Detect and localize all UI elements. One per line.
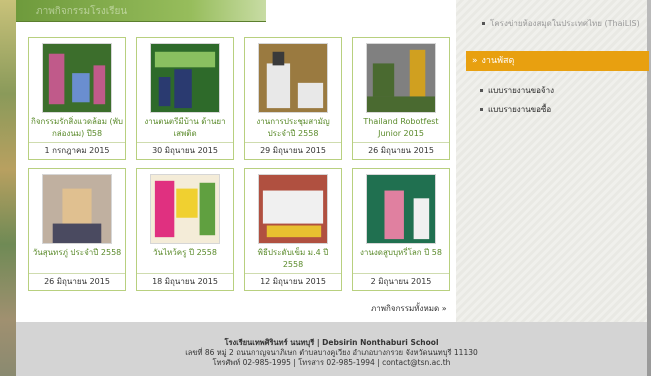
photo-figure <box>199 182 216 236</box>
activity-date: 2 มิถุนายน 2015 <box>353 273 449 290</box>
activity-photo[interactable] <box>150 43 220 113</box>
photo-figure <box>48 53 65 105</box>
activity-date: 12 มิถุนายน 2015 <box>245 273 341 290</box>
activity-photo[interactable] <box>150 174 220 244</box>
photo-figure <box>154 180 175 238</box>
sidebar-links: แบบรายงานขอจ้าง แบบรายงานขอซื้อ <box>480 84 554 122</box>
photo-figure <box>413 198 430 240</box>
activity-card[interactable]: พิธีประดับเข็ม ม.4 ปี 2558 12 มิถุนายน 2… <box>244 168 342 291</box>
photo-figure <box>384 190 404 240</box>
sidebar-link-label: แบบรายงานขอจ้าง <box>488 86 555 95</box>
section-header: ภาพกิจกรรมโรงเรียน <box>16 0 266 22</box>
photo-figure <box>93 65 106 105</box>
photo-figure <box>62 188 92 224</box>
activity-photo[interactable] <box>42 43 112 113</box>
footer-address: เลขที่ 86 หมู่ 2 ถนนกาญจนาภิเษก ตำบลบางค… <box>185 348 478 357</box>
photo-figure <box>272 51 285 66</box>
photo-figure <box>262 190 324 224</box>
activity-date: 26 มิถุนายน 2015 <box>353 142 449 159</box>
double-chevron-icon: » <box>472 56 478 66</box>
activity-date: 29 มิถุนายน 2015 <box>245 142 341 159</box>
footer-contact[interactable]: โทรศัพท์ 02-985-1995 | โทรสาร 02-985-199… <box>16 358 647 368</box>
sidebar-heading: » งานพัสดุ <box>466 51 649 71</box>
activity-caption[interactable]: พิธีประดับเข็ม ม.4 ปี 2558 <box>247 247 339 274</box>
photo-figure <box>72 73 90 103</box>
activity-caption[interactable]: กิจกรรมรักสิ่งแวดล้อม (พับกล่องนม) ปี58 <box>31 116 123 143</box>
photo-figure <box>176 188 198 218</box>
activity-caption[interactable]: วันไหว้ครู ปี 2558 <box>139 247 231 274</box>
activity-date: 18 มิถุนายน 2015 <box>137 273 233 290</box>
activity-photo[interactable] <box>366 43 436 113</box>
activity-card[interactable]: งานตนตรีมีบ้าน ด้านยาเสพติด 30 มิถุนายน … <box>136 37 234 160</box>
photo-figure <box>266 63 291 109</box>
photo-figure <box>297 82 324 109</box>
activity-date: 30 มิถุนายน 2015 <box>137 142 233 159</box>
sidebar-link[interactable]: แบบรายงานขอซื้อ <box>480 103 554 116</box>
photo-figure <box>158 77 171 107</box>
activity-caption[interactable]: งานงดสูบบุหรี่โลก ปี 58 <box>355 247 447 274</box>
footer: โรงเรียนเทพศิรินทร์ นนทบุรี | Debsirin N… <box>16 322 647 376</box>
activity-caption[interactable]: งานการประชุมสามัญประจำปี 2558 <box>247 116 339 143</box>
activity-caption[interactable]: วันสุนทรภู่ ประจำปี 2558 <box>31 247 123 274</box>
activity-card[interactable]: งานการประชุมสามัญประจำปี 2558 29 มิถุนาย… <box>244 37 342 160</box>
footer-school-name: โรงเรียนเทพศิรินทร์ นนทบุรี | Debsirin N… <box>224 338 439 347</box>
activity-photo[interactable] <box>42 174 112 244</box>
photo-figure <box>409 49 426 97</box>
sidebar-heading-label: งานพัสดุ <box>481 56 515 66</box>
activity-card[interactable]: งานงดสูบบุหรี่โลก ปี 58 2 มิถุนายน 2015 <box>352 168 450 291</box>
photo-figure <box>266 225 322 238</box>
activity-date: 1 กรกฎาคม 2015 <box>29 142 125 159</box>
sidebar-link-label: แบบรายงานขอซื้อ <box>488 105 552 114</box>
activity-card[interactable]: กิจกรรมรักสิ่งแวดล้อม (พับกล่องนม) ปี58 … <box>28 37 126 160</box>
photo-figure <box>52 223 102 243</box>
activity-photo[interactable] <box>258 174 328 244</box>
bullet-icon <box>480 108 483 111</box>
activity-card[interactable]: Thailand Robotfest Junior 2015 26 มิถุนา… <box>352 37 450 160</box>
photo-figure <box>154 51 216 68</box>
sidebar: โครงข่ายห้องสมุดในประเทศไทย (ThaiLIS) » ง… <box>456 0 649 322</box>
activity-photo[interactable] <box>258 43 328 113</box>
activity-date: 26 มิถุนายน 2015 <box>29 273 125 290</box>
page: ภาพกิจกรรมโรงเรียน กิจกรรมรักสิ่งแวดล้อม… <box>16 0 649 376</box>
activity-caption[interactable]: งานตนตรีมีบ้าน ด้านยาเสพติด <box>139 116 231 143</box>
activity-card[interactable]: วันสุนทรภู่ ประจำปี 2558 26 มิถุนายน 201… <box>28 168 126 291</box>
bullet-icon <box>482 22 485 25</box>
photo-figure <box>367 96 435 112</box>
all-activities-link[interactable]: ภาพกิจกรรมทั้งหมด » <box>371 302 447 315</box>
photo-figure <box>174 69 192 109</box>
activity-photo[interactable] <box>366 174 436 244</box>
activity-card[interactable]: วันไหว้ครู ปี 2558 18 มิถุนายน 2015 <box>136 168 234 291</box>
bullet-icon <box>480 89 483 92</box>
activity-caption[interactable]: Thailand Robotfest Junior 2015 <box>355 116 447 143</box>
background-left <box>0 0 16 376</box>
section-title: ภาพกิจกรรมโรงเรียน <box>36 6 128 17</box>
thailis-link[interactable]: โครงข่ายห้องสมุดในประเทศไทย (ThaiLIS) <box>482 17 640 30</box>
sidebar-link[interactable]: แบบรายงานขอจ้าง <box>480 84 554 97</box>
main-content: ภาพกิจกรรมโรงเรียน กิจกรรมรักสิ่งแวดล้อม… <box>16 0 456 322</box>
photo-figure <box>372 63 395 97</box>
thailis-link-label: โครงข่ายห้องสมุดในประเทศไทย (ThaiLIS) <box>490 19 640 28</box>
